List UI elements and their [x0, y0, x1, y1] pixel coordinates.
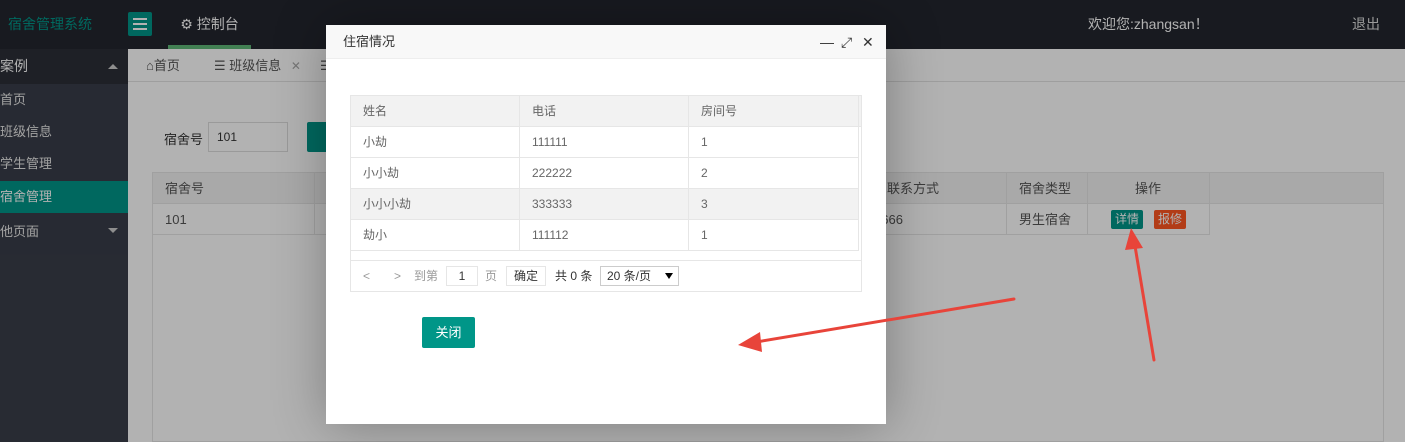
occupancy-dialog: 住宿情况 — ⤢ ✕ 姓名 电话 房间号 小劫 111111 1 小小劫 222… [326, 25, 886, 424]
cell-room: 3 [701, 197, 708, 211]
cell-room: 1 [701, 135, 708, 149]
goto-confirm-button[interactable]: 确定 [506, 266, 546, 286]
dialog-title-bar: 住宿情况 [326, 25, 886, 59]
occupants-table: 姓名 电话 房间号 小劫 111111 1 小小劫 222222 2 小小小劫 … [350, 95, 862, 292]
goto-label: 到第 [414, 269, 439, 283]
table-row[interactable]: 小劫 111111 1 [351, 127, 859, 158]
cell-room: 2 [701, 166, 708, 180]
page-size-value: 20 条/页 [607, 269, 652, 283]
page-size-select[interactable]: 20 条/页 [600, 266, 679, 286]
column-header-name: 姓名 [363, 104, 388, 118]
column-header-room: 房间号 [701, 104, 738, 118]
cell-name: 小小劫 [363, 166, 400, 180]
table-row[interactable]: 劫小 111112 1 [351, 220, 859, 251]
close-button[interactable]: 关闭 [422, 317, 475, 348]
chevron-down-icon [665, 273, 673, 279]
table-row[interactable]: 小小劫 222222 2 [351, 158, 859, 189]
page-unit-label: 页 [485, 269, 498, 283]
next-page-icon[interactable]: > [394, 261, 401, 292]
table-row[interactable]: 小小小劫 333333 3 [351, 189, 859, 220]
cell-phone: 222222 [532, 166, 573, 180]
cell-name: 劫小 [363, 228, 388, 242]
total-count: 共 0 条 [555, 269, 593, 283]
column-header-phone: 电话 [532, 104, 557, 118]
cell-phone: 111111 [532, 135, 568, 149]
minimize-icon[interactable]: — [820, 25, 834, 59]
cell-name: 小劫 [363, 135, 388, 149]
cell-phone: 333333 [532, 197, 573, 211]
table-header: 姓名 电话 房间号 [351, 96, 861, 127]
pagination: < > 到第 1 页 确定 共 0 条 20 条/页 [351, 260, 861, 291]
page-number-input[interactable]: 1 [446, 266, 478, 286]
cell-room: 1 [701, 228, 708, 242]
cell-name: 小小小劫 [363, 197, 412, 211]
prev-page-icon[interactable]: < [363, 261, 370, 292]
maximize-icon[interactable]: ⤢ [841, 25, 852, 59]
close-icon[interactable]: ✕ [862, 25, 874, 59]
cell-phone: 111112 [532, 228, 569, 242]
dialog-title: 住宿情况 [343, 34, 396, 49]
